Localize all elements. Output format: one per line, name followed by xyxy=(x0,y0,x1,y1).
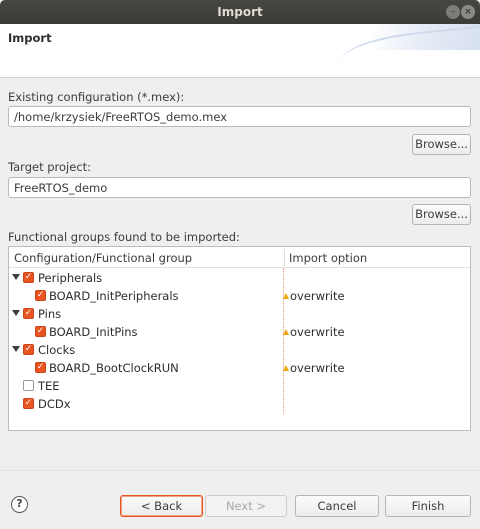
header-banner-graphic xyxy=(280,24,480,50)
checkbox[interactable]: ✓ xyxy=(35,290,46,301)
checkbox[interactable]: ✓ xyxy=(35,326,46,337)
project-label: Target project: xyxy=(8,160,92,174)
group-label: BOARD_BootClockRUN xyxy=(49,361,179,375)
close-icon[interactable]: × xyxy=(461,5,475,19)
page-title: Import xyxy=(8,31,52,45)
group-label: Peripherals xyxy=(38,271,103,285)
import-option[interactable]: overwrite xyxy=(283,289,345,303)
column-header-option[interactable]: Import option xyxy=(289,251,367,265)
group-label: BOARD_InitPins xyxy=(49,325,138,339)
checkbox[interactable] xyxy=(23,380,34,391)
checkbox[interactable]: ✓ xyxy=(23,272,34,283)
expand-triangle-icon[interactable] xyxy=(12,310,20,316)
column-divider[interactable] xyxy=(284,249,285,266)
table-row[interactable]: ✓ Pins xyxy=(9,305,470,323)
group-label: Clocks xyxy=(38,343,76,357)
expand-triangle-icon[interactable] xyxy=(12,274,20,280)
groups-label: Functional groups found to be imported: xyxy=(8,230,240,244)
minimize-icon[interactable]: – xyxy=(446,5,460,19)
table-row[interactable]: ✓ BOARD_InitPeripherals overwrite xyxy=(9,287,470,305)
table-header: Configuration/Functional group Import op… xyxy=(9,247,470,268)
import-option[interactable]: overwrite xyxy=(283,325,345,339)
table-row[interactable]: TEE xyxy=(9,377,470,395)
group-label: BOARD_InitPeripherals xyxy=(49,289,179,303)
config-label: Existing configuration (*.mex): xyxy=(8,90,185,104)
column-header-group[interactable]: Configuration/Functional group xyxy=(14,251,192,265)
window-titlebar: Import – × xyxy=(0,0,480,24)
checkbox[interactable]: ✓ xyxy=(23,344,34,355)
warning-icon xyxy=(283,365,289,371)
table-row[interactable]: ✓ DCDx xyxy=(9,395,470,413)
group-label: Pins xyxy=(38,307,62,321)
project-browse-button[interactable]: Browse... xyxy=(412,204,471,225)
project-field[interactable] xyxy=(8,177,471,198)
wizard-header: Import xyxy=(0,24,480,78)
import-option[interactable]: overwrite xyxy=(283,361,345,375)
config-path-field[interactable] xyxy=(8,106,471,127)
back-button[interactable]: < Back xyxy=(120,495,203,517)
warning-icon xyxy=(283,329,289,335)
warning-icon xyxy=(283,293,289,299)
table-row[interactable]: ✓ BOARD_BootClockRUN overwrite xyxy=(9,359,470,377)
config-browse-button[interactable]: Browse... xyxy=(412,134,471,155)
group-label: TEE xyxy=(38,379,60,393)
window-title: Import xyxy=(217,5,263,19)
help-icon[interactable]: ? xyxy=(11,496,28,513)
footer-divider xyxy=(0,470,480,471)
table-row[interactable]: ✓ Peripherals xyxy=(9,269,470,287)
expand-triangle-icon[interactable] xyxy=(12,346,20,352)
checkbox[interactable]: ✓ xyxy=(35,362,46,373)
functional-groups-table[interactable]: Configuration/Functional group Import op… xyxy=(8,246,471,431)
table-row[interactable]: ✓ Clocks xyxy=(9,341,470,359)
next-button[interactable]: Next > xyxy=(205,495,287,517)
cancel-button[interactable]: Cancel xyxy=(295,495,379,517)
finish-button[interactable]: Finish xyxy=(385,495,471,517)
checkbox[interactable]: ✓ xyxy=(23,308,34,319)
group-label: DCDx xyxy=(38,397,71,411)
checkbox[interactable]: ✓ xyxy=(23,398,34,409)
table-row[interactable]: ✓ BOARD_InitPins overwrite xyxy=(9,323,470,341)
